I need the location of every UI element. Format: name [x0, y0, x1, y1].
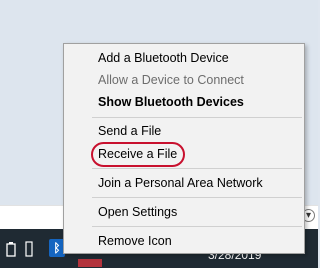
menu-item-show-bluetooth-devices[interactable]: Show Bluetooth Devices	[98, 95, 244, 109]
menu-item-join-personal-area-network[interactable]: Join a Personal Area Network	[98, 176, 263, 190]
menu-separator	[92, 226, 302, 227]
bluetooth-context-menu: Add a Bluetooth Device Allow a Device to…	[63, 43, 305, 254]
app-icon[interactable]	[78, 259, 102, 267]
menu-separator	[92, 197, 302, 198]
menu-separator	[92, 168, 302, 169]
menu-item-allow-device-to-connect[interactable]: Allow a Device to Connect	[98, 73, 244, 87]
menu-item-add-bluetooth-device[interactable]: Add a Bluetooth Device	[98, 51, 229, 65]
menu-item-send-file[interactable]: Send a File	[98, 124, 161, 138]
menu-separator	[92, 117, 302, 118]
menu-item-remove-icon[interactable]: Remove Icon	[98, 234, 172, 248]
usb-icon[interactable]	[25, 241, 33, 257]
menu-item-receive-file[interactable]: Receive a File	[98, 147, 177, 161]
power-icon[interactable]	[4, 241, 18, 257]
menu-item-open-settings[interactable]: Open Settings	[98, 205, 177, 219]
